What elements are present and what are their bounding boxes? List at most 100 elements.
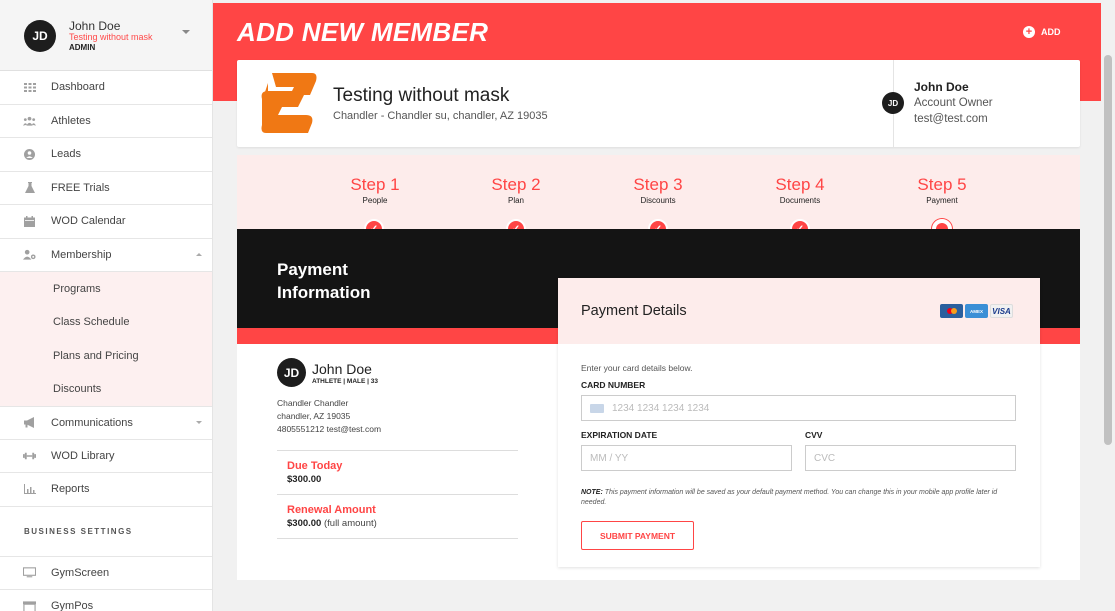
amex-icon: AMEX xyxy=(965,304,988,318)
page-title: ADD NEW MEMBER xyxy=(237,17,489,47)
note-text: This payment information will be saved a… xyxy=(581,489,998,506)
member-avatar: JD xyxy=(277,358,306,387)
gym-logo xyxy=(261,73,317,133)
card-number-input[interactable]: 1234 1234 1234 1234 xyxy=(581,395,1016,421)
due-today-label: Due Today xyxy=(287,460,343,472)
flask-icon xyxy=(23,182,36,194)
expiration-input[interactable]: MM / YY xyxy=(581,445,792,471)
gym-address: Chandler - Chandler su, chandler, AZ 190… xyxy=(333,110,548,122)
user-name: John Doe xyxy=(69,19,121,33)
renewal-note: (full amount) xyxy=(323,518,377,529)
sidebar-subitem-discounts[interactable]: Discounts xyxy=(0,373,212,407)
step-title: Step 3 xyxy=(633,175,683,194)
renewal-amount-value: $300.00 (full amount) xyxy=(287,518,377,529)
user-role: ADMIN xyxy=(69,43,96,52)
step-title: Step 1 xyxy=(350,175,400,194)
expiration-label: EXPIRATION DATE xyxy=(581,430,658,440)
note-label: NOTE: xyxy=(581,489,603,496)
divider xyxy=(277,494,518,495)
monitor-icon xyxy=(23,567,36,578)
grid-icon xyxy=(23,82,36,93)
sidebar-item-wod-calendar[interactable]: WOD Calendar xyxy=(0,205,212,239)
owner-name: John Doe xyxy=(914,80,969,94)
sidebar: JD John Doe Testing without mask ADMIN D… xyxy=(0,0,213,611)
cvv-input[interactable]: CVC xyxy=(805,445,1016,471)
payment-intro: Enter your card details below. xyxy=(581,363,693,373)
credit-card-icon xyxy=(590,403,604,413)
step-progress: Step 1 People Step 2 Plan Step 3 Discoun… xyxy=(237,155,1080,239)
cvv-placeholder: CVC xyxy=(814,452,836,464)
step-subtitle: Plan xyxy=(507,196,524,205)
sidebar-item-gymscreen[interactable]: GymScreen xyxy=(0,557,212,590)
payment-details-title: Payment Details xyxy=(581,303,687,319)
divider xyxy=(277,538,518,539)
member-contact: 4805551212 test@test.com xyxy=(277,424,382,434)
sidebar-subitem-programs[interactable]: Programs xyxy=(0,272,212,306)
add-button[interactable]: + ADD xyxy=(1023,26,1061,38)
plus-icon: + xyxy=(1023,26,1035,38)
payment-info-title: Payment Information xyxy=(277,258,371,304)
sidebar-subitem-class-schedule[interactable]: Class Schedule xyxy=(0,306,212,340)
sidebar-item-wod-library[interactable]: WOD Library xyxy=(0,440,212,473)
card-brands: AMEX VISA xyxy=(940,304,1013,318)
member-name: John Doe xyxy=(312,361,372,377)
step-1[interactable]: Step 1 People xyxy=(315,175,435,205)
sidebar-item-free-trials[interactable]: FREE Trials xyxy=(0,172,212,205)
payment-details-header: Payment Details AMEX VISA xyxy=(558,278,1040,344)
sidebar-item-membership[interactable]: Membership xyxy=(0,239,212,272)
sidebar-item-dashboard[interactable]: Dashboard xyxy=(0,71,212,105)
step-2[interactable]: Step 2 Plan xyxy=(456,175,576,205)
calendar-icon xyxy=(23,215,36,227)
member-meta: ATHLETE | MALE | 33 xyxy=(312,378,378,385)
sidebar-item-athletes[interactable]: Athletes xyxy=(0,105,212,138)
expiration-placeholder: MM / YY xyxy=(590,452,629,464)
visa-icon: VISA xyxy=(990,304,1013,318)
renewal-value: $300.00 xyxy=(287,518,322,529)
member-address-line2: chandler, AZ 19035 xyxy=(277,411,351,421)
membership-submenu: Programs Class Schedule Plans and Pricin… xyxy=(0,272,212,406)
section-title-business-settings: BUSINESS SETTINGS xyxy=(0,507,212,557)
sidebar-item-label: Reports xyxy=(51,483,90,496)
sidebar-item-communications[interactable]: Communications xyxy=(0,406,212,440)
payment-details-card: Payment Details AMEX VISA Enter your car… xyxy=(558,278,1040,567)
sidebar-item-label: Leads xyxy=(51,148,81,161)
scrollbar-thumb[interactable] xyxy=(1104,55,1112,445)
gym-card: Testing without mask Chandler - Chandler… xyxy=(237,60,1080,147)
sidebar-item-gympos[interactable]: GymPos xyxy=(0,590,212,611)
chart-icon xyxy=(23,484,36,495)
chevron-down-icon[interactable] xyxy=(182,30,190,34)
sidebar-item-reports[interactable]: Reports xyxy=(0,473,212,507)
sidebar-item-label: Membership xyxy=(51,248,112,261)
owner-email: test@test.com xyxy=(914,113,988,125)
scrollbar[interactable] xyxy=(1101,0,1115,611)
sidebar-item-label: WOD Library xyxy=(51,449,115,462)
sidebar-item-label: GymScreen xyxy=(51,566,110,579)
step-title: Step 4 xyxy=(775,175,825,194)
store-icon xyxy=(23,601,36,611)
divider xyxy=(277,450,518,451)
sidebar-item-label: GymPos xyxy=(51,600,94,611)
mastercard-icon xyxy=(940,304,963,318)
sidebar-item-label: WOD Calendar xyxy=(51,215,126,228)
step-4[interactable]: Step 4 Documents xyxy=(740,175,860,205)
sidebar-item-leads[interactable]: Leads xyxy=(0,138,212,172)
user-profile[interactable]: JD John Doe Testing without mask ADMIN xyxy=(0,0,212,71)
card-number-label: CARD NUMBER xyxy=(581,380,646,390)
step-subtitle: Documents xyxy=(779,196,821,205)
sidebar-item-label: Dashboard xyxy=(51,81,105,94)
sidebar-item-label: FREE Trials xyxy=(51,181,110,194)
sidebar-subitem-plans-pricing[interactable]: Plans and Pricing xyxy=(0,339,212,373)
step-5[interactable]: Step 5 Payment xyxy=(882,175,1002,205)
dumbbell-icon xyxy=(23,450,36,461)
step-subtitle: Discounts xyxy=(640,196,676,205)
user-gear-icon xyxy=(23,249,36,260)
step-subtitle: Payment xyxy=(926,196,958,205)
step-subtitle: People xyxy=(362,196,388,205)
chevron-up-icon xyxy=(196,252,202,256)
megaphone-icon xyxy=(23,417,36,429)
step-3[interactable]: Step 3 Discounts xyxy=(598,175,718,205)
cvv-label: CVV xyxy=(805,430,823,440)
user-avatar: JD xyxy=(24,20,56,52)
payment-note: NOTE: This payment information will be s… xyxy=(581,488,1021,508)
submit-payment-button[interactable]: SUBMIT PAYMENT xyxy=(581,521,694,550)
